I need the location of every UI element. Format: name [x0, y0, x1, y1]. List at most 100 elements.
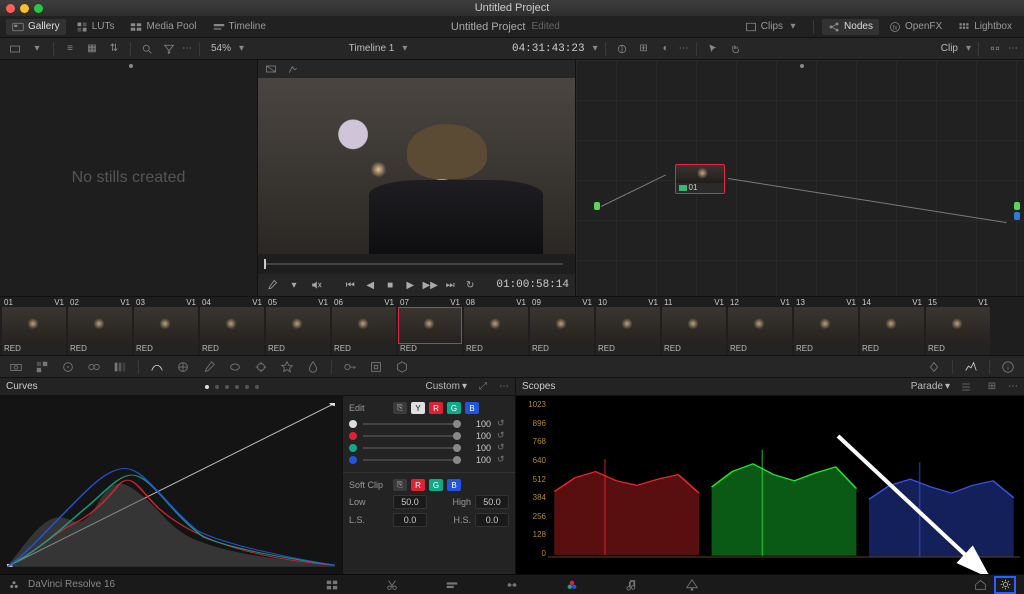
- gallery-pane[interactable]: No stills created: [0, 60, 258, 296]
- chevron-down-icon[interactable]: ▾: [28, 40, 46, 58]
- more-menu-icon[interactable]: ⋯: [182, 43, 192, 54]
- step-back-button[interactable]: ◀: [362, 277, 378, 293]
- scope-layout-icon[interactable]: ⊞: [982, 378, 1002, 396]
- clip-thumb-15[interactable]: 15V1 RED: [926, 297, 990, 355]
- key-icon[interactable]: [340, 358, 360, 376]
- sizing-icon[interactable]: [366, 358, 386, 376]
- intensity-slider-B[interactable]: 100 ↺: [349, 454, 509, 466]
- more-menu-icon[interactable]: ⋯: [1008, 381, 1018, 392]
- fusion-page-icon[interactable]: [504, 577, 520, 593]
- scrub-bar[interactable]: [258, 254, 575, 274]
- pointer-tool[interactable]: [704, 40, 722, 58]
- reset-icon[interactable]: ↺: [497, 430, 509, 442]
- chevron-down-icon[interactable]: ▾: [402, 43, 407, 54]
- chevron-down-icon[interactable]: ▾: [966, 43, 971, 54]
- cut-page-icon[interactable]: [384, 577, 400, 593]
- wheels-icon[interactable]: [58, 358, 78, 376]
- clip-thumb-07[interactable]: 07V1 RED: [398, 297, 462, 355]
- link-channels-icon[interactable]: ⎘: [393, 402, 407, 414]
- curve-plot[interactable]: [0, 396, 343, 574]
- lightbox-toggle[interactable]: Lightbox: [952, 19, 1018, 35]
- curves-mode-dots[interactable]: [205, 385, 259, 389]
- list-view-button[interactable]: ≡: [61, 40, 79, 58]
- expand-icon[interactable]: ⤢: [473, 378, 493, 396]
- 3d-icon[interactable]: [392, 358, 412, 376]
- still-grab-button[interactable]: [6, 40, 24, 58]
- intensity-slider-Y[interactable]: 100 ↺: [349, 418, 509, 430]
- scopes-icon[interactable]: [961, 358, 981, 376]
- sc-hs-field[interactable]: [475, 513, 509, 527]
- channel-g-chip[interactable]: G: [447, 402, 461, 414]
- luts-toggle[interactable]: LUTs: [70, 19, 121, 35]
- sc-g-chip[interactable]: G: [429, 479, 443, 491]
- filter-button[interactable]: [160, 40, 178, 58]
- bypass-grades-icon[interactable]: [264, 62, 278, 76]
- color-node-01[interactable]: 01: [675, 164, 725, 194]
- home-button[interactable]: [972, 577, 988, 593]
- nodes-toggle[interactable]: Nodes: [822, 19, 879, 35]
- clip-thumb-05[interactable]: 05V1 RED: [266, 297, 330, 355]
- search-button[interactable]: [138, 40, 156, 58]
- dropdown-icon[interactable]: ▾: [286, 277, 302, 293]
- clip-thumbnail-strip[interactable]: 01V1 RED 02V1 RED 03V1 RED 04V1 RED 05V1…: [0, 296, 1024, 356]
- reset-icon[interactable]: ↺: [497, 442, 509, 454]
- playhead-timecode[interactable]: 01:00:58:14: [496, 279, 569, 291]
- rgb-mixer-icon[interactable]: [110, 358, 130, 376]
- highlight-button[interactable]: ◐: [657, 40, 675, 58]
- clip-thumb-12[interactable]: 12V1 RED: [728, 297, 792, 355]
- tracker-icon[interactable]: [251, 358, 271, 376]
- scopes-mode-dropdown[interactable]: Parade ▾: [911, 381, 950, 392]
- magic-mask-icon[interactable]: [277, 358, 297, 376]
- link-softclip-icon[interactable]: ⎘: [393, 479, 407, 491]
- gallery-toggle[interactable]: Gallery: [6, 19, 66, 35]
- slider-track[interactable]: [363, 459, 461, 461]
- play-button[interactable]: ▶: [402, 277, 418, 293]
- node-enabled-icon[interactable]: [679, 185, 687, 191]
- scope-options-icon[interactable]: [956, 378, 976, 396]
- loop-button[interactable]: ↻: [462, 277, 478, 293]
- more-menu-icon[interactable]: ⋯: [679, 43, 689, 54]
- info-icon[interactable]: [998, 358, 1018, 376]
- sc-r-chip[interactable]: R: [411, 479, 425, 491]
- deliver-page-icon[interactable]: [684, 577, 700, 593]
- step-fwd-button[interactable]: ▶▶: [422, 277, 438, 293]
- color-page-icon[interactable]: [564, 577, 580, 593]
- fairlight-page-icon[interactable]: [624, 577, 640, 593]
- clip-thumb-02[interactable]: 02V1 RED: [68, 297, 132, 355]
- slider-track[interactable]: [363, 447, 461, 449]
- sc-low-field[interactable]: [393, 495, 427, 509]
- clip-thumb-06[interactable]: 06V1 RED: [332, 297, 396, 355]
- clip-thumb-10[interactable]: 10V1 RED: [596, 297, 660, 355]
- go-last-button[interactable]: ⏭: [442, 277, 458, 293]
- slider-track[interactable]: [363, 423, 461, 425]
- qualifier-icon[interactable]: [199, 358, 219, 376]
- edit-page-icon[interactable]: [444, 577, 460, 593]
- reset-icon[interactable]: ↺: [497, 418, 509, 430]
- eyedropper-icon[interactable]: [264, 277, 280, 293]
- reset-icon[interactable]: ↺: [497, 454, 509, 466]
- chevron-down-icon[interactable]: ▾: [239, 43, 244, 54]
- reference-wipe-icon[interactable]: [286, 62, 300, 76]
- color-match-icon[interactable]: [32, 358, 52, 376]
- project-settings-button[interactable]: [994, 576, 1016, 594]
- clip-thumb-01[interactable]: 01V1 RED: [2, 297, 66, 355]
- camera-raw-icon[interactable]: [6, 358, 26, 376]
- intensity-slider-G[interactable]: 100 ↺: [349, 442, 509, 454]
- grid-view-button[interactable]: ▦: [83, 40, 101, 58]
- scrub-track[interactable]: [264, 263, 563, 265]
- curves-mode-dropdown[interactable]: Custom ▾: [426, 381, 467, 392]
- timeline-name[interactable]: Timeline 1: [345, 43, 399, 54]
- clip-thumb-09[interactable]: 09V1 RED: [530, 297, 594, 355]
- node-input-icon[interactable]: [594, 202, 600, 210]
- sc-b-chip[interactable]: B: [447, 479, 461, 491]
- node-zoom-out[interactable]: [986, 40, 1004, 58]
- media-page-icon[interactable]: [324, 577, 340, 593]
- scope-display[interactable]: 10238967686405123842561280: [516, 396, 1024, 574]
- channel-b-chip[interactable]: B: [465, 402, 479, 414]
- master-timecode[interactable]: 04:31:43:23: [508, 43, 589, 55]
- clip-thumb-11[interactable]: 11V1 RED: [662, 297, 726, 355]
- stop-button[interactable]: ■: [382, 277, 398, 293]
- clip-thumb-08[interactable]: 08V1 RED: [464, 297, 528, 355]
- sort-button[interactable]: ⇅: [105, 40, 123, 58]
- more-menu-icon[interactable]: ⋯: [1008, 43, 1018, 54]
